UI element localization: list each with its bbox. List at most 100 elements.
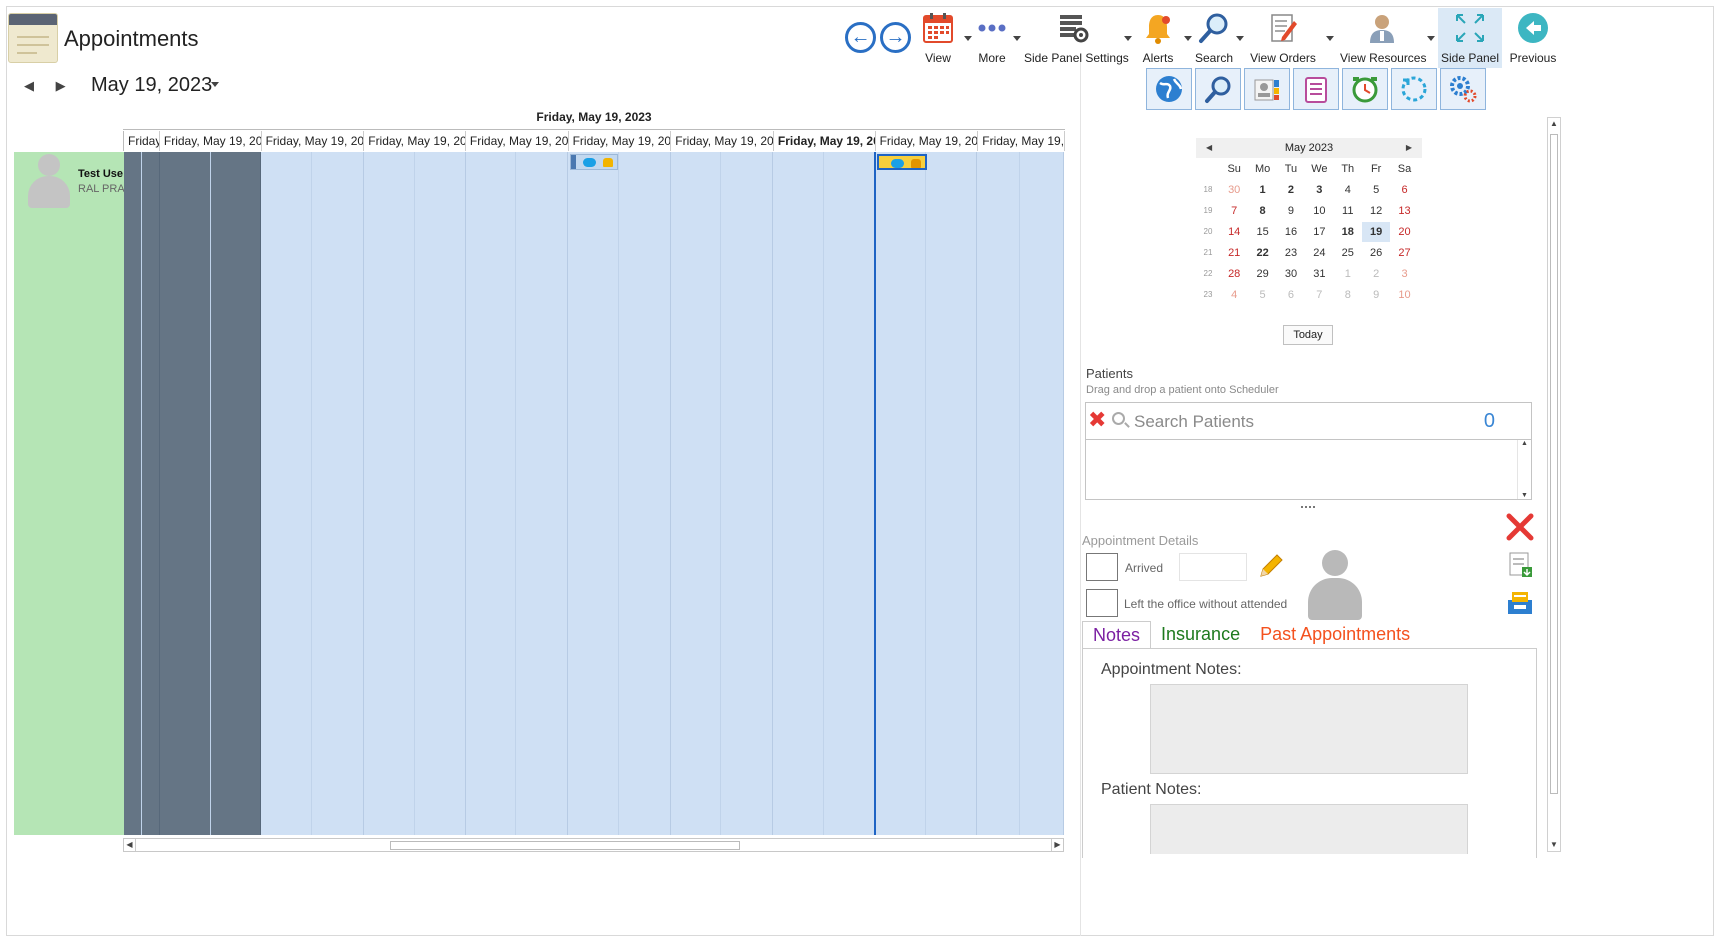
side-panel-scrollbar[interactable]: ▲ ▼	[1547, 117, 1561, 852]
appointment-block-selected[interactable]	[877, 154, 927, 170]
calendar-day[interactable]: 26	[1362, 243, 1390, 263]
calendar-day[interactable]: 1	[1334, 264, 1362, 284]
calendar-day[interactable]: 17	[1305, 222, 1333, 242]
search-dropdown-icon[interactable]	[1236, 36, 1244, 41]
calendar-day[interactable]: 29	[1248, 264, 1276, 284]
calendar-day[interactable]: 13	[1390, 201, 1418, 221]
calendar-day[interactable]: 3	[1390, 264, 1418, 284]
time-slot[interactable]	[124, 152, 142, 835]
calendar-day[interactable]: 6	[1277, 285, 1305, 305]
view-resources-button[interactable]: View Resources	[1340, 8, 1426, 68]
time-slot[interactable]	[210, 152, 262, 835]
calendar-day[interactable]: 4	[1220, 285, 1248, 305]
side-panel-settings-dropdown-icon[interactable]	[1124, 36, 1132, 41]
side-panel-settings-button[interactable]: Side Panel Settings	[1024, 8, 1129, 68]
arrived-checkbox[interactable]	[1086, 553, 1118, 581]
more-button[interactable]: More	[972, 8, 1012, 68]
calendar-month-label[interactable]: May 2023	[1285, 142, 1333, 154]
search-button[interactable]: Search	[1194, 8, 1234, 68]
prev-date-icon[interactable]: ◀	[24, 78, 34, 93]
time-slot[interactable]	[364, 152, 415, 835]
calendar-day[interactable]: 19	[1361, 221, 1391, 242]
alerts-button[interactable]: Alerts	[1138, 8, 1178, 68]
view-orders-button[interactable]: View Orders	[1248, 8, 1318, 68]
calendar-day[interactable]: 21	[1220, 243, 1248, 263]
calendar-day[interactable]: 10	[1390, 285, 1418, 305]
calendar-day[interactable]: 30	[1277, 264, 1305, 284]
splitter-handle[interactable]	[1301, 506, 1315, 508]
scroll-thumb[interactable]	[390, 841, 740, 850]
calendar-day[interactable]: 11	[1334, 201, 1362, 221]
patient-list-scrollbar[interactable]: ▲ ▼	[1517, 440, 1531, 499]
scroll-right-icon[interactable]: ▶	[1051, 839, 1063, 851]
time-slot[interactable]	[312, 152, 364, 835]
calendar-day[interactable]: 5	[1248, 285, 1276, 305]
time-slot[interactable]	[875, 152, 926, 835]
patient-list[interactable]: ▲ ▼	[1085, 440, 1532, 500]
time-slot[interactable]	[415, 152, 466, 835]
time-slot[interactable]	[1020, 152, 1064, 835]
calendar-day[interactable]: 7	[1220, 201, 1248, 221]
scheduler-grid[interactable]	[124, 152, 1064, 835]
time-slot[interactable]	[773, 152, 824, 835]
tab-insurance[interactable]: Insurance	[1151, 621, 1250, 649]
calendar-day[interactable]: 8	[1334, 285, 1362, 305]
time-slot[interactable]	[516, 152, 569, 835]
previous-button[interactable]: Previous	[1508, 8, 1558, 68]
calendar-day[interactable]: 22	[1248, 243, 1276, 263]
calendar-day[interactable]: 1	[1248, 180, 1276, 200]
settings-gears-button[interactable]	[1440, 68, 1486, 110]
calendar-day[interactable]: 3	[1305, 180, 1333, 200]
calendar-day[interactable]: 18	[1334, 222, 1362, 242]
appointment-notes-textarea[interactable]	[1150, 684, 1468, 774]
patient-search-input[interactable]	[1134, 409, 1434, 435]
calendar-day[interactable]: 8	[1248, 201, 1276, 221]
left-office-checkbox[interactable]	[1086, 589, 1118, 617]
calendar-day[interactable]: 28	[1220, 264, 1248, 284]
next-date-icon[interactable]: ▶	[56, 78, 66, 93]
calendar-day[interactable]: 14	[1220, 222, 1248, 242]
side-panel-button[interactable]: Side Panel	[1438, 8, 1502, 68]
time-slot[interactable]	[619, 152, 671, 835]
calendar-day[interactable]: 10	[1305, 201, 1333, 221]
view-button[interactable]: View	[918, 8, 958, 68]
time-slot[interactable]	[261, 152, 313, 835]
scroll-left-icon[interactable]: ◀	[124, 839, 136, 851]
time-slot[interactable]	[466, 152, 517, 835]
calendar-day[interactable]: 27	[1390, 243, 1418, 263]
alarm-clock-button[interactable]	[1342, 68, 1388, 110]
scroll-down-icon[interactable]: ▼	[1548, 839, 1560, 851]
horizontal-scrollbar[interactable]: ◀ ▶	[123, 838, 1064, 852]
document-download-icon[interactable]	[1508, 551, 1534, 579]
calendar-day[interactable]: 2	[1277, 180, 1305, 200]
inbox-tray-icon[interactable]	[1506, 590, 1534, 616]
calendar-next-month-icon[interactable]: ▶	[1406, 138, 1412, 158]
time-slot[interactable]	[721, 152, 774, 835]
contact-card-button[interactable]	[1244, 68, 1290, 110]
tab-notes[interactable]: Notes	[1082, 621, 1152, 649]
calendar-day[interactable]: 12	[1362, 201, 1390, 221]
calendar-prev-month-icon[interactable]: ◀	[1206, 138, 1212, 158]
close-icon[interactable]	[1506, 512, 1534, 542]
globe-button[interactable]	[1146, 68, 1192, 110]
view-orders-dropdown-icon[interactable]	[1326, 36, 1334, 41]
pencil-icon[interactable]	[1258, 553, 1284, 579]
calendar-day[interactable]: 9	[1277, 201, 1305, 221]
calendar-day[interactable]: 5	[1362, 180, 1390, 200]
view-resources-dropdown-icon[interactable]	[1427, 36, 1435, 41]
more-dropdown-icon[interactable]	[1013, 36, 1021, 41]
calendar-day[interactable]: 30	[1220, 180, 1248, 200]
clear-search-icon[interactable]: ✖	[1088, 409, 1106, 431]
calendar-day[interactable]: 9	[1362, 285, 1390, 305]
calendar-day[interactable]: 2	[1362, 264, 1390, 284]
today-button[interactable]: Today	[1283, 325, 1333, 345]
calendar-day[interactable]: 15	[1248, 222, 1276, 242]
tab-past-appointments[interactable]: Past Appointments	[1250, 621, 1420, 649]
scroll-up-icon[interactable]: ▲	[1548, 118, 1560, 130]
appointment-block[interactable]	[570, 154, 618, 170]
calendar-day[interactable]: 31	[1305, 264, 1333, 284]
clipboard-button[interactable]	[1293, 68, 1339, 110]
time-slot[interactable]	[159, 152, 211, 835]
arrived-time-field[interactable]	[1179, 553, 1247, 581]
calendar-day[interactable]: 20	[1390, 222, 1418, 242]
